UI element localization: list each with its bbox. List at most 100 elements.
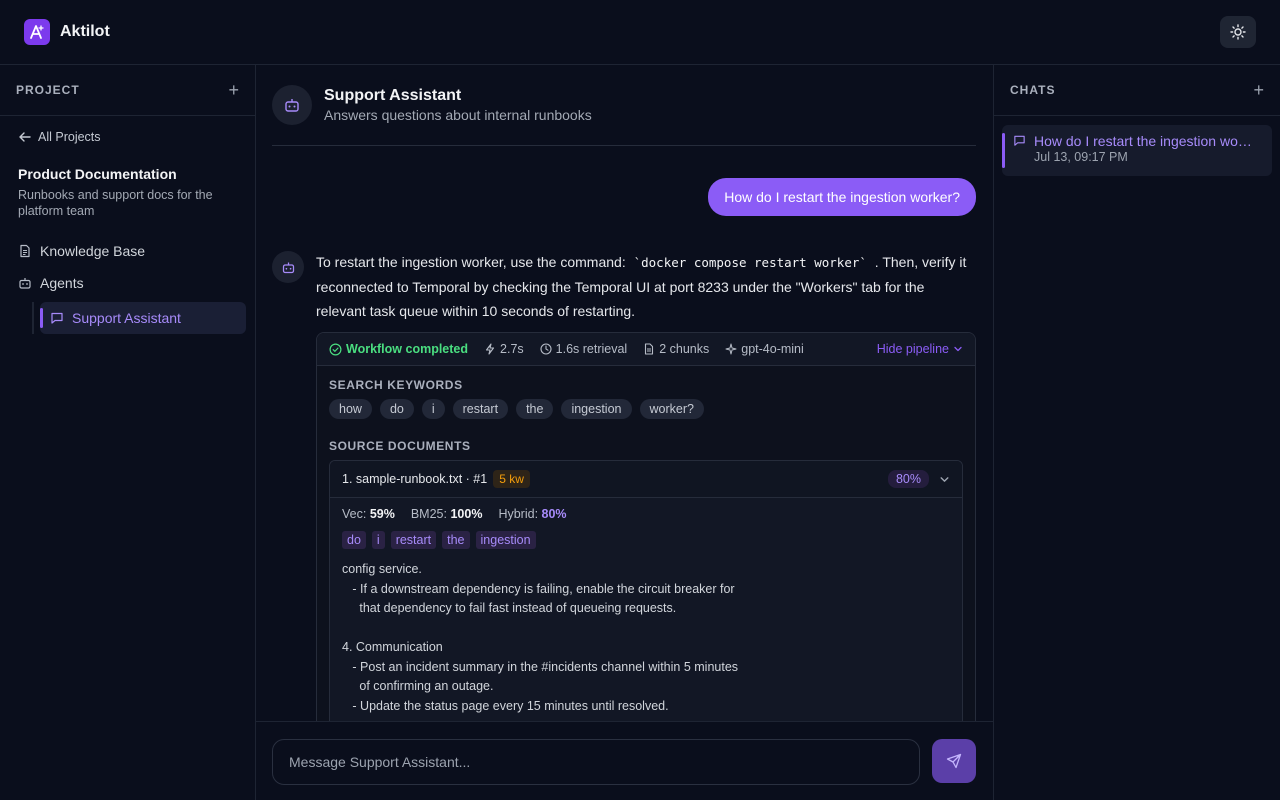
assistant-text-start: To restart the ingestion worker, use the… <box>316 254 630 270</box>
model-value: gpt-4o-mini <box>741 342 804 356</box>
chat-item-time: Jul 13, 09:17 PM <box>1034 150 1128 164</box>
hybrid-score: Hybrid: 80% <box>498 507 566 521</box>
score-row: Vec: 59% BM25: 100% Hybrid: 80% <box>342 507 950 521</box>
bm25-value: 100% <box>450 507 483 521</box>
retrieval-stat: 1.6s retrieval <box>540 342 628 356</box>
nav-knowledge-base[interactable]: Knowledge Base <box>18 243 255 259</box>
retrieval-value: 1.6s retrieval <box>555 342 628 356</box>
send-button[interactable] <box>932 739 976 783</box>
app-logo-icon[interactable] <box>24 19 50 45</box>
user-message-bubble: How do I restart the ingestion worker? <box>708 178 976 216</box>
all-projects-link[interactable]: All Projects <box>18 130 255 144</box>
matched-keywords: do i restart the ingestion <box>342 531 950 549</box>
keyword-chip: the <box>516 399 554 419</box>
bm25-label: BM25: <box>410 507 447 521</box>
keyword-list: how do i restart the ingestion worker? <box>329 399 963 419</box>
file-icon <box>645 343 654 355</box>
zap-icon <box>485 343 495 355</box>
source-excerpt: config service. - If a downstream depend… <box>342 562 739 713</box>
assistant-code: `docker compose restart worker` <box>633 255 867 270</box>
new-chat-plus-icon[interactable]: + <box>1253 81 1264 99</box>
agent-avatar <box>272 85 312 125</box>
matched-keyword-chip: restart <box>390 531 437 549</box>
hide-pipeline-label: Hide pipeline <box>876 342 949 356</box>
workflow-status-label: Workflow completed <box>346 342 469 356</box>
keyword-chip: i <box>421 399 445 419</box>
matched-keyword-chip: i <box>371 531 385 549</box>
message-square-icon <box>1014 135 1025 146</box>
source-document-card: 1. sample-runbook.txt · #1 5 kw 80% Vec:… <box>329 460 963 732</box>
score-badge: 80% <box>887 470 929 488</box>
hybrid-value: 80% <box>541 507 567 521</box>
assistant-avatar <box>272 251 304 283</box>
project-description: Runbooks and support docs for the platfo… <box>18 188 213 218</box>
chevron-down-icon <box>954 346 962 352</box>
pipeline-details: SEARCH KEYWORDS how do i restart the ing… <box>317 366 975 732</box>
agent-title: Support Assistant <box>324 87 462 104</box>
chats-panel-header: CHATS + <box>994 65 1280 116</box>
message-input[interactable] <box>272 739 920 785</box>
model-stat: gpt-4o-mini <box>725 342 804 356</box>
sun-icon <box>1230 24 1246 40</box>
document-icon <box>20 244 30 258</box>
vec-score: Vec: 59% <box>342 507 395 521</box>
agent-item-support-assistant[interactable]: Support Assistant <box>40 302 246 334</box>
nav-agents[interactable]: Agents <box>18 275 255 291</box>
chat-item-title: How do I restart the ingestion worker? <box>1034 133 1256 149</box>
duration-value: 2.7s <box>500 342 524 356</box>
vec-label: Vec: <box>342 507 367 521</box>
hybrid-label: Hybrid: <box>498 507 539 521</box>
project-name: Product Documentation <box>18 166 177 182</box>
duration-stat: 2.7s <box>484 342 524 356</box>
workflow-status: Workflow completed <box>329 342 468 356</box>
message-composer <box>256 721 993 800</box>
bm25-score: BM25: 100% <box>411 507 483 521</box>
vec-value: 59% <box>369 507 395 521</box>
chunks-stat: 2 chunks <box>643 342 709 356</box>
send-icon <box>946 753 962 769</box>
bot-icon <box>19 278 31 289</box>
chat-header: Support Assistant Answers questions abou… <box>272 65 976 146</box>
search-keywords-title: SEARCH KEYWORDS <box>329 378 463 392</box>
bot-icon <box>285 99 299 112</box>
project-panel-title: PROJECT <box>16 83 80 97</box>
pipeline-summary-bar: Workflow completed 2.7s 1.6s retrieval 2… <box>317 333 975 366</box>
agent-description: Answers questions about internal runbook… <box>324 107 592 123</box>
bot-icon <box>282 262 294 273</box>
arrow-left-icon <box>19 132 31 142</box>
matched-keyword-chip: ingestion <box>475 531 536 549</box>
hide-pipeline-button[interactable]: Hide pipeline <box>877 342 963 356</box>
all-projects-label: All Projects <box>38 130 101 144</box>
keyword-chip: worker? <box>639 399 704 419</box>
source-document-title: 1. sample-runbook.txt · #1 <box>342 472 488 486</box>
pipeline-panel: Workflow completed 2.7s 1.6s retrieval 2… <box>316 332 976 732</box>
chevron-down-icon[interactable] <box>939 474 950 485</box>
chat-area: Support Assistant Answers questions abou… <box>256 65 993 800</box>
chats-panel-title: CHATS <box>1010 83 1056 97</box>
agent-item-label: Support Assistant <box>72 310 181 326</box>
chunks-value: 2 chunks <box>659 342 710 356</box>
assistant-message: To restart the ingestion worker, use the… <box>316 250 976 323</box>
keyword-chip: do <box>379 399 414 419</box>
theme-toggle-button[interactable] <box>1220 16 1256 48</box>
add-project-plus-icon[interactable]: + <box>228 81 239 99</box>
keyword-chip: restart <box>452 399 509 419</box>
keyword-chip: ingestion <box>561 399 632 419</box>
project-sidebar: PROJECT + All Projects Product Documenta… <box>0 65 256 800</box>
agent-tree-line <box>32 302 34 334</box>
chat-list-item[interactable]: How do I restart the ingestion worker? J… <box>1002 125 1272 176</box>
source-document-header[interactable]: 1. sample-runbook.txt · #1 5 kw 80% <box>330 461 962 498</box>
chats-sidebar: CHATS + How do I restart the ingestion w… <box>993 65 1280 800</box>
app-name[interactable]: Aktilot <box>60 23 110 41</box>
message-square-icon <box>51 312 63 324</box>
source-document-body: Vec: 59% BM25: 100% Hybrid: 80% do i res… <box>330 498 962 732</box>
source-documents-title: SOURCE DOCUMENTS <box>329 439 471 453</box>
keyword-chip: how <box>329 399 372 419</box>
keyword-count-badge: 5 kw <box>493 470 530 488</box>
clock-icon <box>540 343 552 355</box>
top-bar: Aktilot <box>0 0 1280 65</box>
sparkles-icon <box>725 343 737 355</box>
project-panel-header: PROJECT + <box>0 65 255 116</box>
check-circle-icon <box>329 343 342 355</box>
matched-keyword-chip: do <box>342 531 366 549</box>
